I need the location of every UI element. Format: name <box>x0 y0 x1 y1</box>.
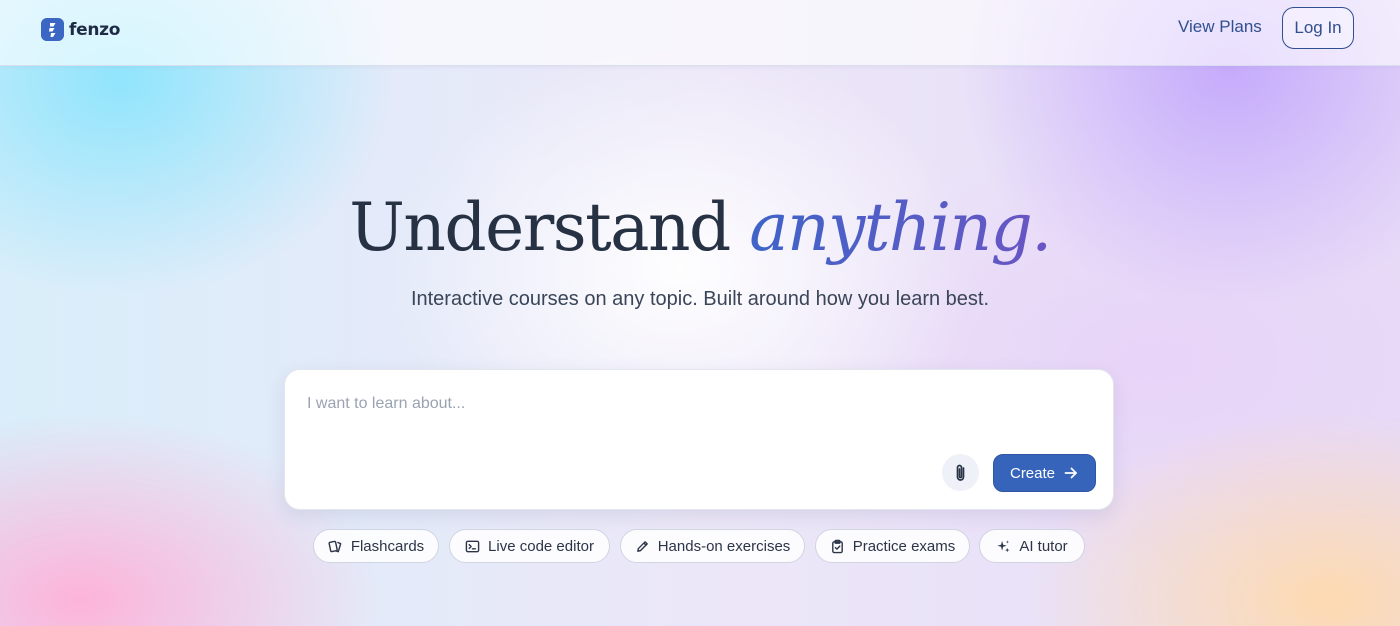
fenzo-logo-icon <box>41 18 64 41</box>
hero-title-accent: anything. <box>749 189 1052 266</box>
hero-title: Understand anything. <box>0 188 1400 268</box>
learn-prompt-card: Create <box>284 369 1114 510</box>
feature-chip-label: Practice exams <box>852 537 956 555</box>
hero-title-main: Understand <box>349 189 731 266</box>
feature-chip-label: Hands-on exercises <box>657 537 791 555</box>
hero-subtitle: Interactive courses on any topic. Built … <box>410 288 990 310</box>
feature-chip-flashcards[interactable]: Flashcards <box>313 529 439 563</box>
learn-topic-input[interactable] <box>307 392 927 416</box>
flashcards-icon <box>328 540 342 552</box>
paperclip-icon <box>956 464 964 481</box>
view-plans-link[interactable]: View Plans <box>1178 17 1262 37</box>
feature-chip-ai-tutor[interactable]: AI tutor <box>979 529 1085 563</box>
feature-chip-label: Flashcards <box>350 537 425 555</box>
feature-chip-hands-on-exercises[interactable]: Hands-on exercises <box>620 529 805 563</box>
terminal-icon <box>465 540 480 552</box>
create-button[interactable]: Create <box>993 454 1096 492</box>
brand-logo[interactable]: fenzo <box>41 18 120 41</box>
feature-chip-live-code-editor[interactable]: Live code editor <box>449 529 610 563</box>
feature-chip-label: AI tutor <box>1019 537 1068 555</box>
feature-chip-practice-exams[interactable]: Practice exams <box>815 529 970 563</box>
arrow-right-icon <box>1064 467 1077 479</box>
attach-file-button[interactable] <box>942 454 979 491</box>
sparkles-icon <box>997 539 1010 552</box>
top-navbar: fenzo View Plans Log In <box>0 0 1400 66</box>
feature-chip-label: Live code editor <box>488 537 594 555</box>
create-button-label: Create <box>1009 464 1056 482</box>
clipboard-check-icon <box>831 539 843 553</box>
brand-name: fenzo <box>69 19 121 40</box>
login-button[interactable]: Log In <box>1282 7 1354 49</box>
pencil-icon <box>636 540 648 552</box>
